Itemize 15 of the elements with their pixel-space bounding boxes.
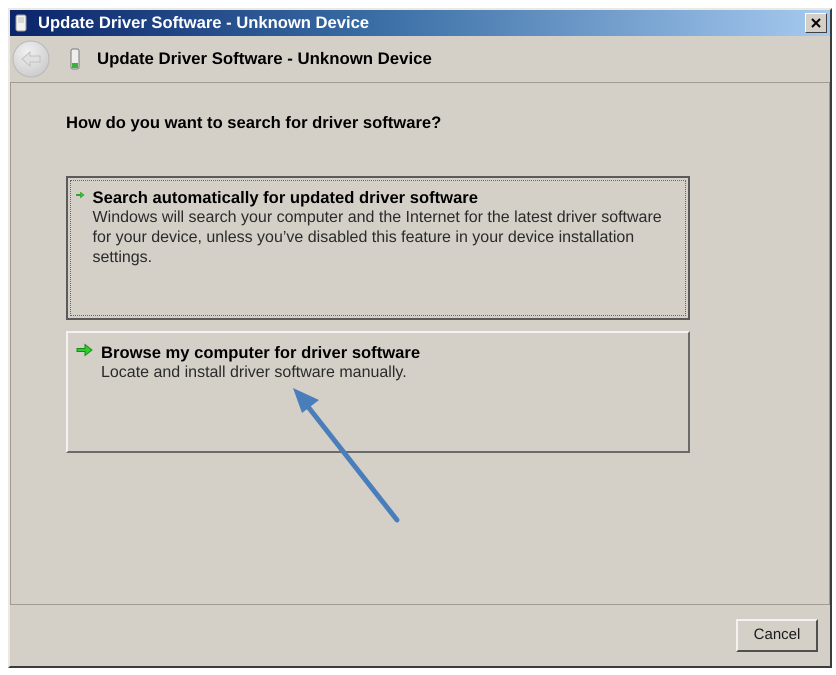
option-title: Search automatically for updated driver software (92, 188, 479, 207)
option-button[interactable]: Browse my computer for driver software Locate and install driver software manually. (66, 331, 690, 453)
option-description: Locate and install driver software manually. (101, 363, 408, 383)
option-title: Browse my computer for driver software (101, 343, 420, 362)
device-icon (15, 14, 27, 32)
page-title: Update Driver Software - Unknown Device (97, 48, 432, 70)
question-text: How do you want to search for driver software? (66, 114, 442, 132)
device-icon (70, 48, 80, 70)
cancel-button[interactable]: Cancel (736, 619, 818, 652)
close-icon (811, 18, 821, 28)
option-description: Windows will search your computer and the Internet for the latest driver software for your device, unless you’ve disabled this feature in your device installation settings. (92, 208, 663, 268)
option-button[interactable] (66, 176, 690, 320)
arrow-icon (76, 343, 93, 357)
window-title: Update Driver Software - Unknown Device (38, 12, 370, 34)
close-button[interactable] (805, 13, 827, 33)
